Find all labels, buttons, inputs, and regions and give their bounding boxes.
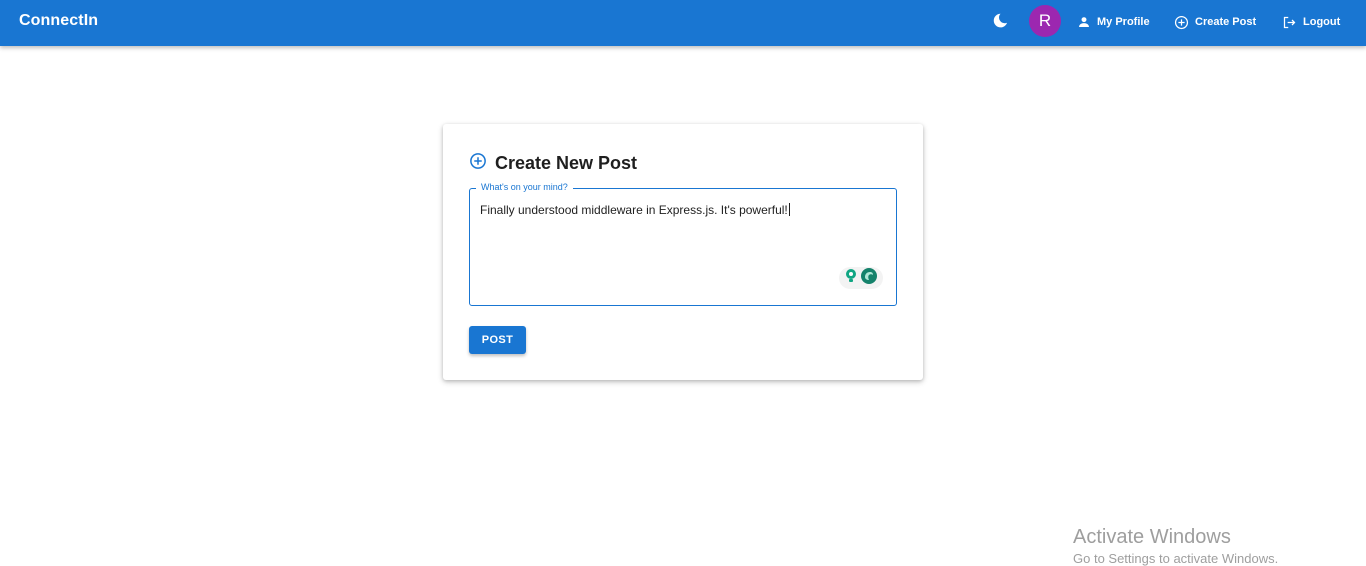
moon-icon xyxy=(992,12,1009,34)
post-content-label: What's on your mind? xyxy=(476,182,573,192)
app-bar: ConnectIn R My Profile Create Post Logou… xyxy=(0,0,1366,46)
create-post-label: Create Post xyxy=(1195,16,1257,28)
grammar-assistant-icon[interactable] xyxy=(860,267,878,290)
post-button[interactable]: POST xyxy=(469,326,526,354)
post-content-textarea[interactable]: Finally understood middleware in Express… xyxy=(480,203,880,217)
card-title: Create New Post xyxy=(495,153,638,173)
logout-button[interactable]: Logout xyxy=(1282,12,1340,32)
avatar-initial: R xyxy=(1038,11,1052,30)
logout-icon xyxy=(1282,15,1297,30)
person-icon xyxy=(1077,15,1091,29)
my-profile-button[interactable]: My Profile xyxy=(1077,12,1150,32)
windows-activation-title: Activate Windows xyxy=(1073,526,1231,548)
extension-icons xyxy=(839,267,883,289)
post-content-text: Finally understood middleware in Express… xyxy=(480,203,788,217)
logout-label: Logout xyxy=(1303,16,1341,28)
theme-toggle-button[interactable] xyxy=(989,12,1011,34)
create-post-button[interactable]: Create Post xyxy=(1174,12,1256,32)
add-circle-icon xyxy=(1174,15,1189,30)
avatar[interactable]: R xyxy=(1029,5,1061,37)
my-profile-label: My Profile xyxy=(1097,16,1150,28)
text-caret xyxy=(788,203,790,216)
add-circle-icon xyxy=(469,152,487,175)
brand-logo[interactable]: ConnectIn xyxy=(19,12,98,30)
post-content-field[interactable]: What's on your mind? Finally understood … xyxy=(469,182,897,306)
card-header: Create New Post xyxy=(469,152,637,175)
create-post-card: Create New Post What's on your mind? Fin… xyxy=(443,124,923,380)
lightbulb-icon[interactable] xyxy=(844,268,858,289)
